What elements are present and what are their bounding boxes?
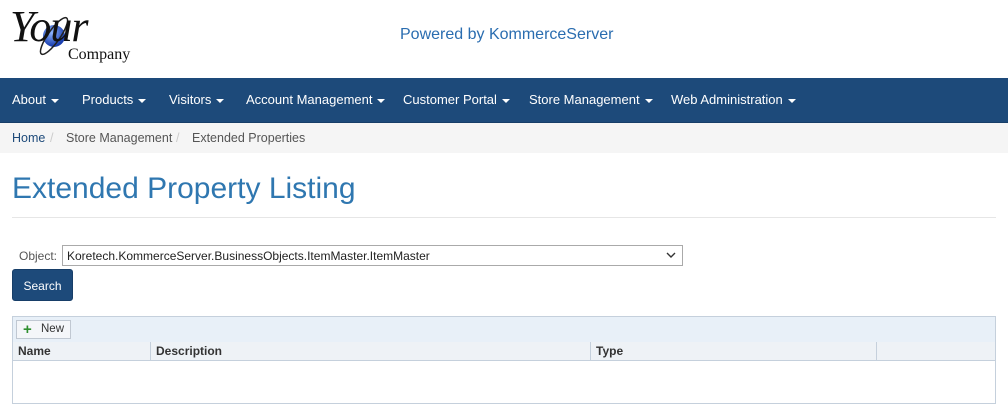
logo-text: Your — [10, 2, 89, 51]
search-button[interactable]: Search — [12, 269, 73, 301]
grid-body — [13, 361, 995, 403]
caret-down-icon — [644, 98, 653, 103]
nav-products[interactable]: Products — [82, 78, 147, 122]
plus-icon: + — [23, 321, 32, 338]
caret-down-icon — [787, 98, 796, 103]
breadcrumb-home[interactable]: Home — [12, 123, 45, 153]
nav-label: Customer Portal — [403, 92, 497, 107]
caret-down-icon — [216, 98, 225, 103]
nav-customer-portal[interactable]: Customer Portal — [403, 78, 510, 122]
main-navbar: About Products Visitors Account Manageme… — [0, 78, 1008, 123]
nav-label: Account Management — [246, 92, 373, 107]
caret-down-icon — [377, 98, 386, 103]
nav-label: Products — [82, 92, 134, 107]
breadcrumb-separator: / — [176, 131, 180, 145]
nav-label: About — [12, 92, 46, 107]
logo-subtext: Company — [68, 46, 131, 63]
nav-label: Web Administration — [671, 92, 783, 107]
grid-header-row: Name Description Type — [13, 342, 995, 361]
column-header-description[interactable]: Description — [151, 342, 591, 360]
breadcrumb: Home / Store Management / Extended Prope… — [0, 123, 1008, 153]
new-button[interactable]: + New — [16, 320, 71, 339]
caret-down-icon — [50, 98, 59, 103]
nav-account-management[interactable]: Account Management — [246, 78, 386, 122]
new-button-label: New — [41, 323, 65, 335]
nav-about[interactable]: About — [12, 78, 59, 122]
breadcrumb-separator: / — [50, 131, 54, 145]
breadcrumb-store-management: Store Management — [66, 131, 173, 145]
nav-store-management[interactable]: Store Management — [529, 78, 653, 122]
column-header-actions — [877, 342, 995, 360]
properties-grid: + New Name Description Type — [12, 316, 996, 404]
caret-down-icon — [138, 98, 147, 103]
page-title: Extended Property Listing — [12, 172, 356, 205]
object-label: Object: — [19, 249, 58, 263]
column-header-type[interactable]: Type — [591, 342, 877, 360]
breadcrumb-current: Extended Properties — [192, 131, 306, 145]
chevron-down-icon — [666, 252, 676, 258]
nav-label: Visitors — [169, 92, 212, 107]
powered-by-text: Powered by KommerceServer — [400, 26, 614, 43]
site-header: Your Company Powered by KommerceServer — [0, 0, 1008, 78]
nav-visitors[interactable]: Visitors — [169, 78, 225, 122]
column-header-name[interactable]: Name — [13, 342, 151, 360]
grid-toolbar: + New — [13, 317, 995, 343]
object-select[interactable]: Koretech.KommerceServer.BusinessObjects.… — [62, 245, 683, 266]
company-logo[interactable]: Your Company — [10, 4, 150, 72]
caret-down-icon — [501, 98, 510, 103]
nav-label: Store Management — [529, 92, 640, 107]
nav-web-administration[interactable]: Web Administration — [671, 78, 796, 122]
object-select-value: Koretech.KommerceServer.BusinessObjects.… — [67, 249, 430, 263]
title-divider — [12, 217, 996, 218]
